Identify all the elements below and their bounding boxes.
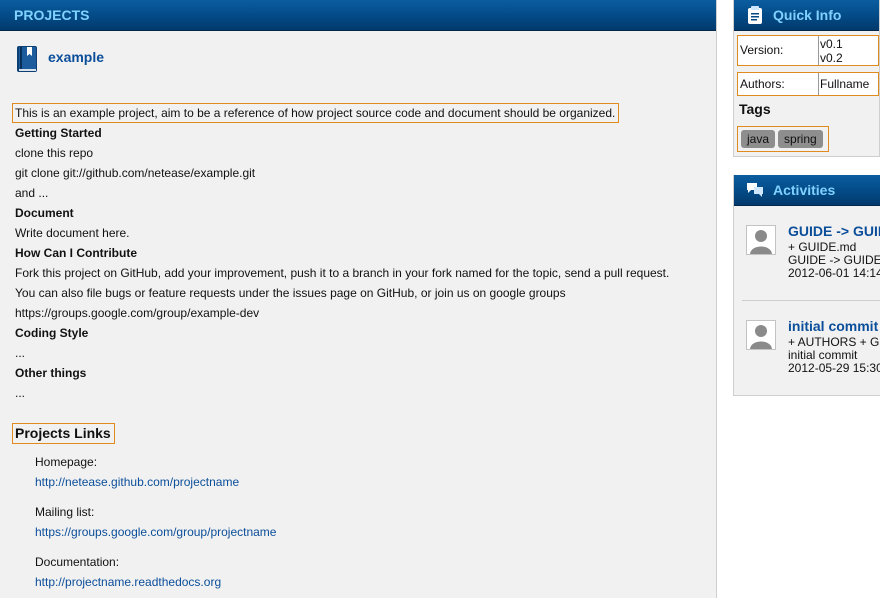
readme-intro: This is an example project, aim to be a …	[12, 103, 712, 123]
project-link-url[interactable]: http://netease.github.com/projectname	[35, 472, 276, 492]
user-silhouette-icon	[747, 226, 775, 254]
quick-info-panel: Quick Info Version: v0.1 v0.2 Authors: F…	[733, 0, 880, 157]
main-panel: PROJECTS example This is an example proj…	[0, 0, 717, 598]
readme-line: https://groups.google.com/group/example-…	[15, 306, 260, 320]
project-title-link[interactable]: example	[48, 49, 104, 65]
readme-heading: Document	[15, 206, 74, 220]
readme-line: clone this repo	[15, 146, 94, 160]
tags-title: Tags	[739, 101, 771, 117]
tag-spring[interactable]: spring	[778, 130, 823, 148]
authors-value: Fullname	[820, 77, 870, 91]
tag-java[interactable]: java	[741, 130, 776, 148]
projects-header: PROJECTS	[0, 0, 716, 31]
activities-panel: Activities GUIDE -> GUIDE.md + GUIDE.md …	[733, 175, 880, 396]
readme-line: You can also file bugs or feature reques…	[15, 286, 566, 300]
readme-lines: Getting Started clone this repo git clone …	[12, 123, 712, 403]
readme-line: and ...	[15, 186, 49, 200]
activity-title-link[interactable]: GUIDE -> GUIDE.md	[788, 223, 880, 239]
readme-line: Fork this project on GitHub, add your im…	[15, 266, 670, 280]
book-icon	[17, 46, 37, 72]
version-value: v0.2	[820, 51, 843, 65]
link-spacer	[35, 542, 276, 552]
sidebar: Quick Info Version: v0.1 v0.2 Authors: F…	[733, 0, 880, 396]
clipboard-icon	[748, 6, 762, 24]
projects-links-title: Projects Links	[12, 423, 115, 444]
readme-line: ...	[15, 346, 26, 360]
projects-links-list: Homepage: http://netease.github.com/proje…	[35, 452, 276, 592]
version-values: v0.1 v0.2	[820, 37, 843, 65]
projects-header-title: PROJECTS	[14, 7, 90, 23]
activity-title-link[interactable]: initial commit	[788, 318, 878, 334]
activities-title: Activities	[773, 182, 836, 198]
quick-info-title: Quick Info	[773, 7, 842, 23]
activity-date: 2012-05-29 15:30	[788, 361, 880, 375]
project-link-url[interactable]: http://projectname.readthedocs.org	[35, 572, 276, 592]
readme-line: ...	[15, 386, 26, 400]
project-link-url[interactable]: https://groups.google.com/group/projectn…	[35, 522, 276, 542]
quick-info-header: Quick Info	[734, 0, 879, 31]
readme-line: Write document here.	[15, 226, 130, 240]
version-row: Version: v0.1 v0.2	[737, 35, 879, 66]
readme-content: This is an example project, aim to be a …	[12, 103, 712, 403]
user-silhouette-icon	[747, 321, 775, 349]
tags-list: java spring	[737, 126, 829, 152]
readme-line: git clone git://github.com/netease/examp…	[15, 166, 256, 180]
activities-header: Activities	[734, 175, 880, 206]
activity-date: 2012-06-01 14:14	[788, 266, 880, 280]
project-link-label: Documentation:	[35, 555, 120, 569]
readme-heading: Coding Style	[15, 326, 89, 340]
avatar	[746, 320, 776, 350]
readme-heading: Getting Started	[15, 126, 102, 140]
project-intro-text: This is an example project, aim to be a …	[12, 103, 620, 123]
activity-divider	[742, 300, 880, 301]
authors-row: Authors: Fullname	[737, 72, 879, 96]
version-label: Version:	[738, 36, 819, 65]
avatar	[746, 225, 776, 255]
link-spacer	[35, 492, 276, 502]
project-link-label: Mailing list:	[35, 505, 95, 519]
version-value: v0.1	[820, 37, 843, 51]
readme-heading: Other things	[15, 366, 87, 380]
project-link-label: Homepage:	[35, 455, 98, 469]
readme-heading: How Can I Contribute	[15, 246, 137, 260]
authors-label: Authors:	[738, 73, 819, 95]
chat-bubbles-icon	[747, 183, 763, 197]
